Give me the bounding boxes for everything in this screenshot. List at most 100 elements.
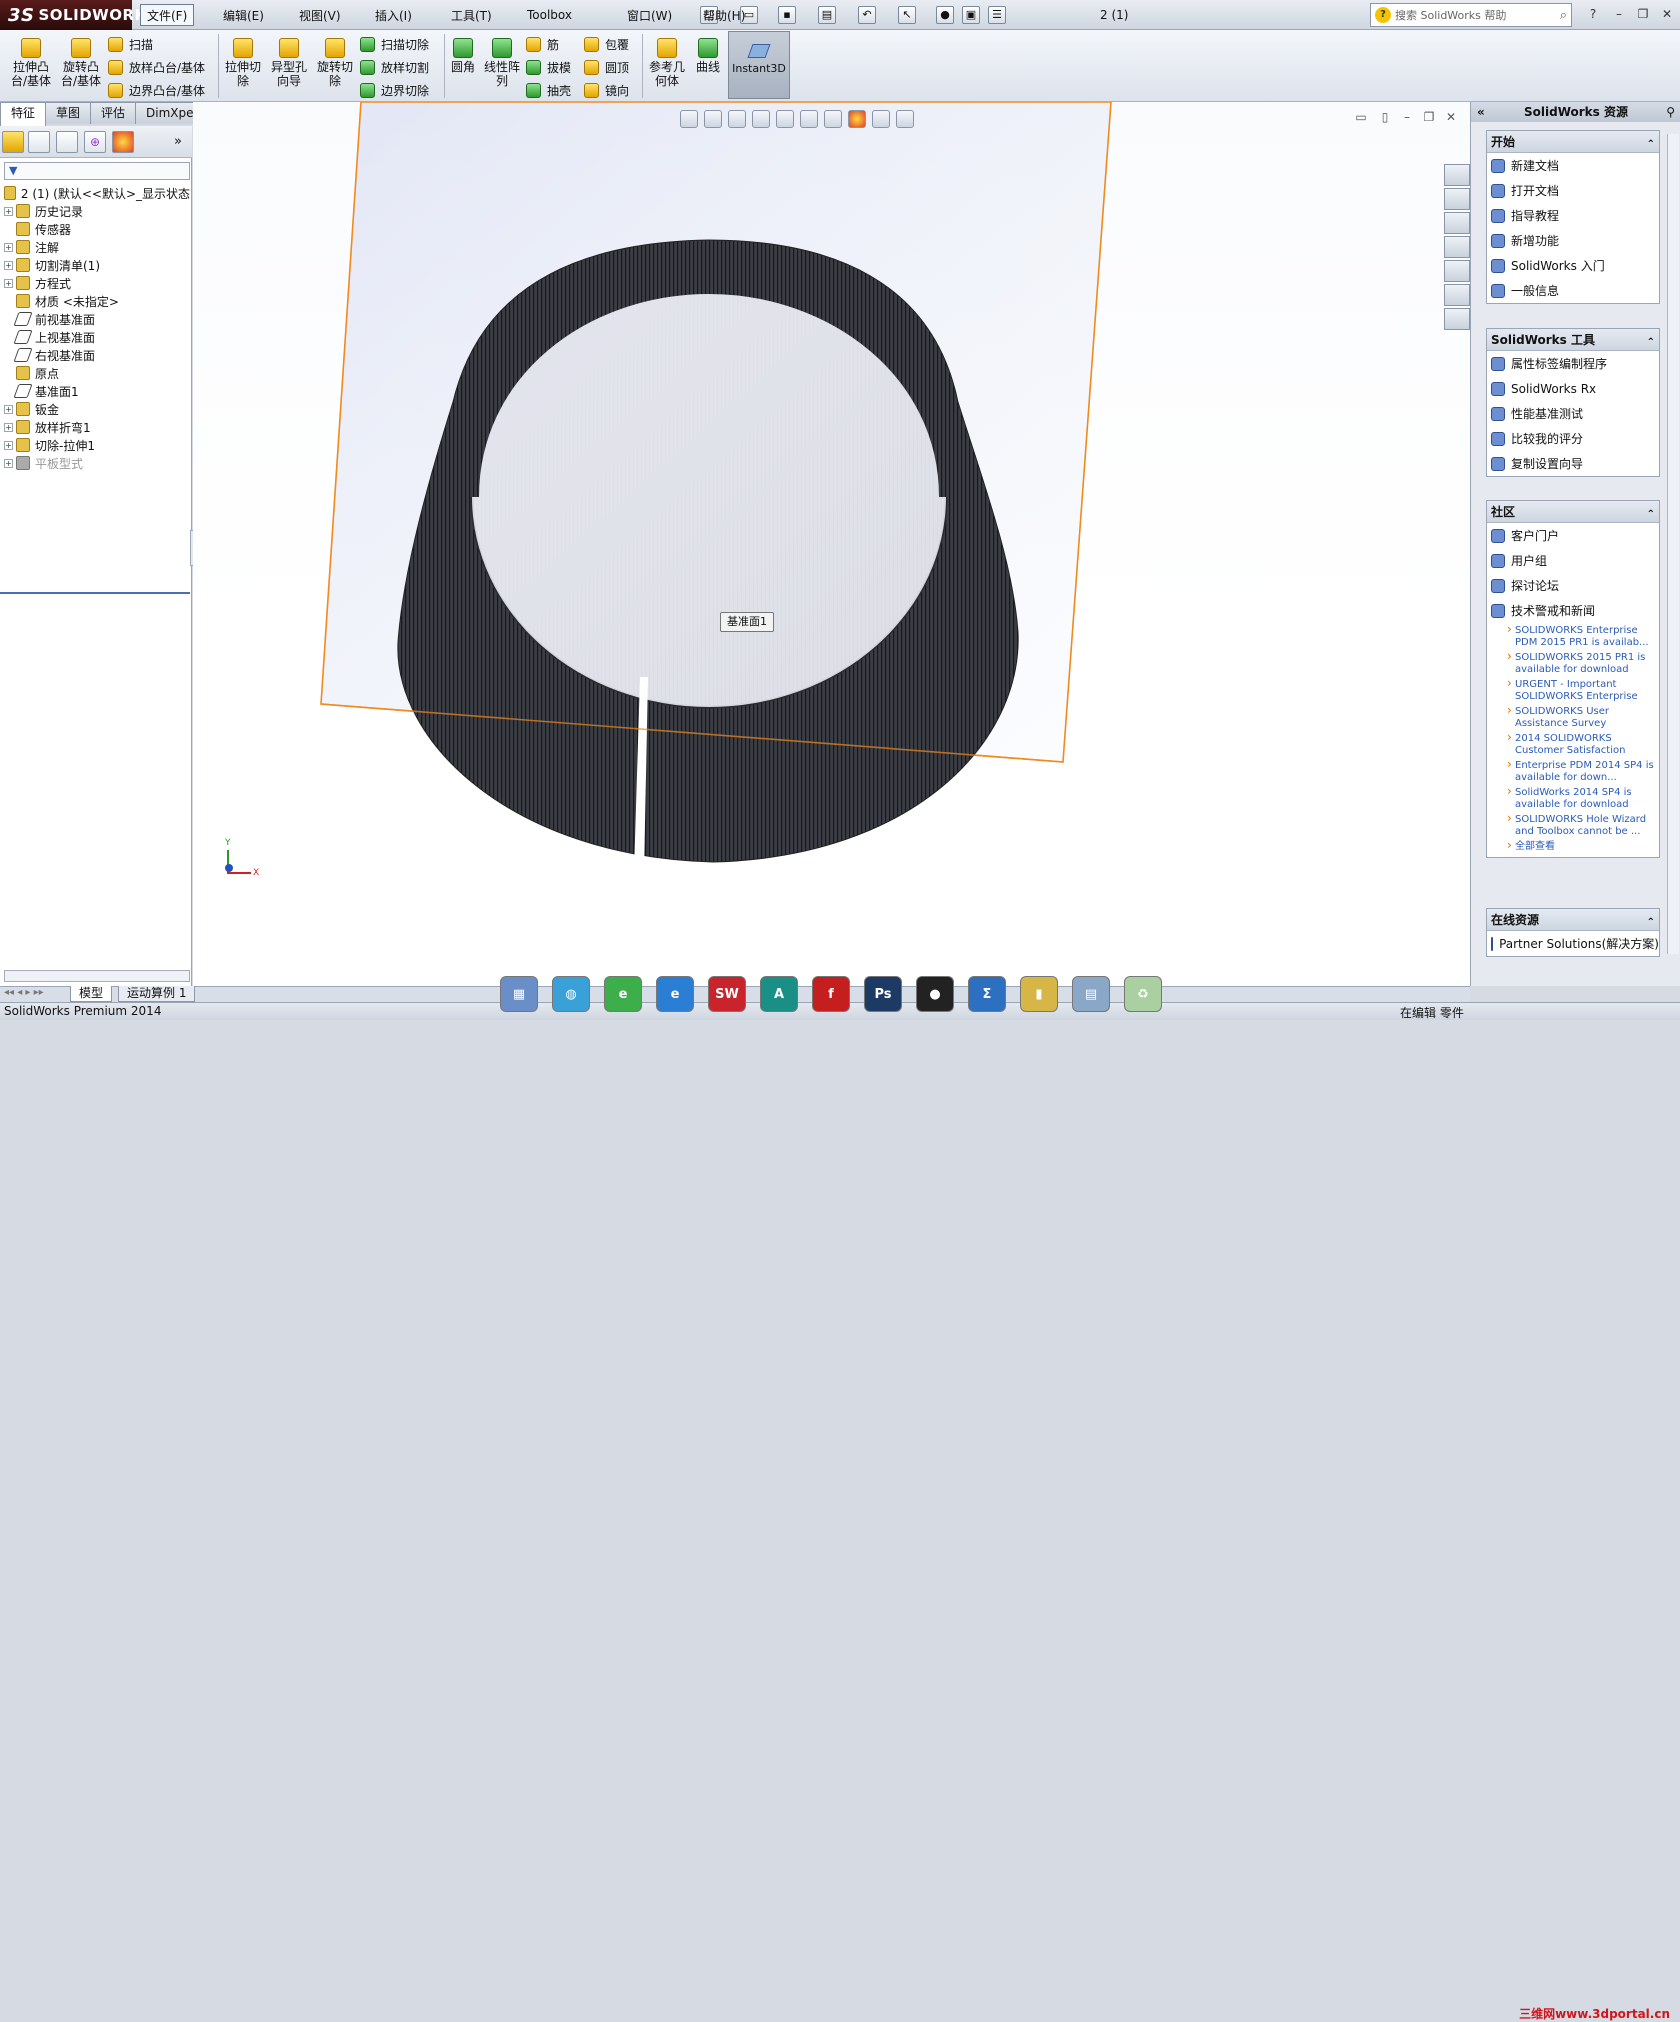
view-orientation-icon[interactable]: [776, 110, 794, 128]
recycle-bin-icon[interactable]: ♻: [1124, 976, 1162, 1012]
globe-app-icon[interactable]: ◍: [552, 976, 590, 1012]
folder-icon[interactable]: ▮: [1020, 976, 1058, 1012]
edit-appearance-icon[interactable]: [848, 110, 866, 128]
resource-link[interactable]: 一般信息: [1487, 278, 1659, 303]
view-settings-icon[interactable]: [896, 110, 914, 128]
expand-icon[interactable]: +: [4, 440, 13, 450]
resource-link[interactable]: Partner Solutions(解决方案): [1487, 931, 1659, 956]
tree-item[interactable]: 前视基准面: [4, 310, 190, 328]
close-icon[interactable]: ✕: [1658, 6, 1676, 22]
news-link[interactable]: URGENT - Important SOLIDWORKS Enterprise…: [1487, 677, 1659, 704]
select-icon[interactable]: ↖: [898, 6, 916, 24]
collapse-pane-icon[interactable]: «: [1477, 102, 1485, 122]
autocad-icon[interactable]: A: [760, 976, 798, 1012]
viewport-restore-icon[interactable]: ❐: [1422, 110, 1436, 124]
expand-icon[interactable]: +: [4, 422, 13, 432]
tree-item[interactable]: 基准面1: [4, 382, 190, 400]
collapse-icon[interactable]: ⌃: [1647, 912, 1655, 934]
property-manager-icon[interactable]: [28, 131, 50, 153]
viewport-expand-icon[interactable]: ▭: [1354, 110, 1368, 124]
restore-icon[interactable]: ❐: [1634, 6, 1652, 22]
expand-icon[interactable]: +: [4, 278, 13, 288]
tree-item[interactable]: 原点: [4, 364, 190, 382]
tab-1[interactable]: 草图: [45, 102, 92, 124]
tools-header[interactable]: SolidWorks 工具 ⌃: [1487, 329, 1659, 351]
flash-icon[interactable]: f: [812, 976, 850, 1012]
menu-item-2[interactable]: 视图(V): [292, 4, 348, 26]
online-header[interactable]: 在线资源 ⌃: [1487, 909, 1659, 931]
news-link[interactable]: SOLIDWORKS Hole Wizard and Toolbox canno…: [1487, 812, 1659, 839]
view-palette-tab-icon[interactable]: [1444, 260, 1470, 282]
dome-button[interactable]: 圆顶: [584, 57, 640, 77]
previous-view-icon[interactable]: [728, 110, 746, 128]
news-link[interactable]: SOLIDWORKS Enterprise PDM 2015 PR1 is av…: [1487, 623, 1659, 650]
extrude-cut-button[interactable]: 拉伸切 除: [222, 38, 264, 88]
graphics-area[interactable]: Y X: [193, 102, 1470, 986]
rollback-bar[interactable]: [0, 592, 190, 594]
revolve-boss-button[interactable]: 旋转凸 台/基体: [58, 38, 104, 88]
save-icon[interactable]: ▪: [778, 6, 796, 24]
display-style-icon[interactable]: [800, 110, 818, 128]
sweep-button[interactable]: 扫描: [108, 34, 218, 54]
resource-link[interactable]: 新增功能: [1487, 228, 1659, 253]
viewport-split-icon[interactable]: ▯: [1378, 110, 1392, 124]
tree-root[interactable]: 2 (1) (默认<<默认>_显示状态: [4, 184, 190, 202]
curves-button[interactable]: 曲线: [692, 38, 724, 74]
tree-item[interactable]: + 切割清单(1): [4, 256, 190, 274]
file-explorer-tab-icon[interactable]: [1444, 236, 1470, 258]
hole-wizard-button[interactable]: 异型孔 向导: [266, 38, 312, 88]
pin-icon[interactable]: ⚲: [1666, 102, 1675, 122]
undo-icon[interactable]: ↶: [858, 6, 876, 24]
tab-0[interactable]: 特征: [0, 102, 47, 126]
horizontal-scrollbar[interactable]: [4, 970, 190, 982]
news-link[interactable]: 2014 SOLIDWORKS Customer Satisfaction Su…: [1487, 731, 1659, 758]
home-tab-icon[interactable]: [1444, 188, 1470, 210]
custom-properties-tab-icon[interactable]: [1444, 308, 1470, 330]
network-app-icon[interactable]: ▦: [500, 976, 538, 1012]
tab-2[interactable]: 评估: [90, 102, 137, 124]
tree-item[interactable]: 传感器: [4, 220, 190, 238]
resource-link[interactable]: 属性标签编制程序: [1487, 351, 1659, 376]
menu-item-0[interactable]: 文件(F): [140, 4, 195, 26]
ie-blue-icon[interactable]: e: [656, 976, 694, 1012]
news-link[interactable]: SOLIDWORKS User Assistance Survey: [1487, 704, 1659, 731]
resource-link[interactable]: 用户组: [1487, 548, 1659, 573]
extrude-boss-button[interactable]: 拉伸凸 台/基体: [10, 38, 52, 88]
wrap-button[interactable]: 包覆: [584, 34, 640, 54]
menu-item-1[interactable]: 编辑(E): [216, 4, 271, 26]
expand-icon[interactable]: +: [4, 458, 13, 468]
file-properties-icon[interactable]: ▣: [962, 6, 980, 24]
menu-item-4[interactable]: 工具(T): [444, 4, 499, 26]
feature-manager-icon[interactable]: [2, 131, 24, 153]
collapse-icon[interactable]: ⌃: [1647, 504, 1655, 526]
boundary-boss-button[interactable]: 边界凸台/基体: [108, 80, 218, 100]
search-icon[interactable]: ⌕: [1560, 8, 1567, 23]
tree-item[interactable]: + 钣金: [4, 400, 190, 418]
sigma-app-icon[interactable]: Σ: [968, 976, 1006, 1012]
resource-link[interactable]: 探讨论坛: [1487, 573, 1659, 598]
plane-label[interactable]: 基准面1: [720, 612, 774, 632]
tree-item[interactable]: + 放样折弯1: [4, 418, 190, 436]
tree-item[interactable]: 材质 <未指定>: [4, 292, 190, 310]
expand-icon[interactable]: +: [4, 242, 13, 252]
tree-filter[interactable]: ▼: [4, 162, 190, 180]
photoshop-icon[interactable]: Ps: [864, 976, 902, 1012]
tree-item[interactable]: 上视基准面: [4, 328, 190, 346]
resource-link[interactable]: SolidWorks 入门: [1487, 253, 1659, 278]
help-icon[interactable]: ?: [1584, 6, 1602, 22]
resource-link[interactable]: 打开文档: [1487, 178, 1659, 203]
model-view[interactable]: [193, 102, 1470, 986]
section-view-icon[interactable]: [752, 110, 770, 128]
options-icon[interactable]: ☰: [988, 6, 1006, 24]
revolve-cut-button[interactable]: 旋转切 除: [314, 38, 356, 88]
print-icon[interactable]: ▤: [818, 6, 836, 24]
instant3d-button[interactable]: Instant3D: [728, 31, 790, 99]
loft-cut-button[interactable]: 放样切割: [360, 57, 442, 77]
tree-item[interactable]: + 注解: [4, 238, 190, 256]
fillet-button[interactable]: 圆角: [448, 38, 478, 74]
configuration-manager-icon[interactable]: [56, 131, 78, 153]
collapse-icon[interactable]: ⌃: [1647, 332, 1655, 354]
vertical-scrollbar[interactable]: [1667, 134, 1679, 954]
viewport-close-icon[interactable]: ✕: [1444, 110, 1458, 124]
search-box[interactable]: ? 搜索 SolidWorks 帮助 ⌕: [1370, 3, 1572, 27]
